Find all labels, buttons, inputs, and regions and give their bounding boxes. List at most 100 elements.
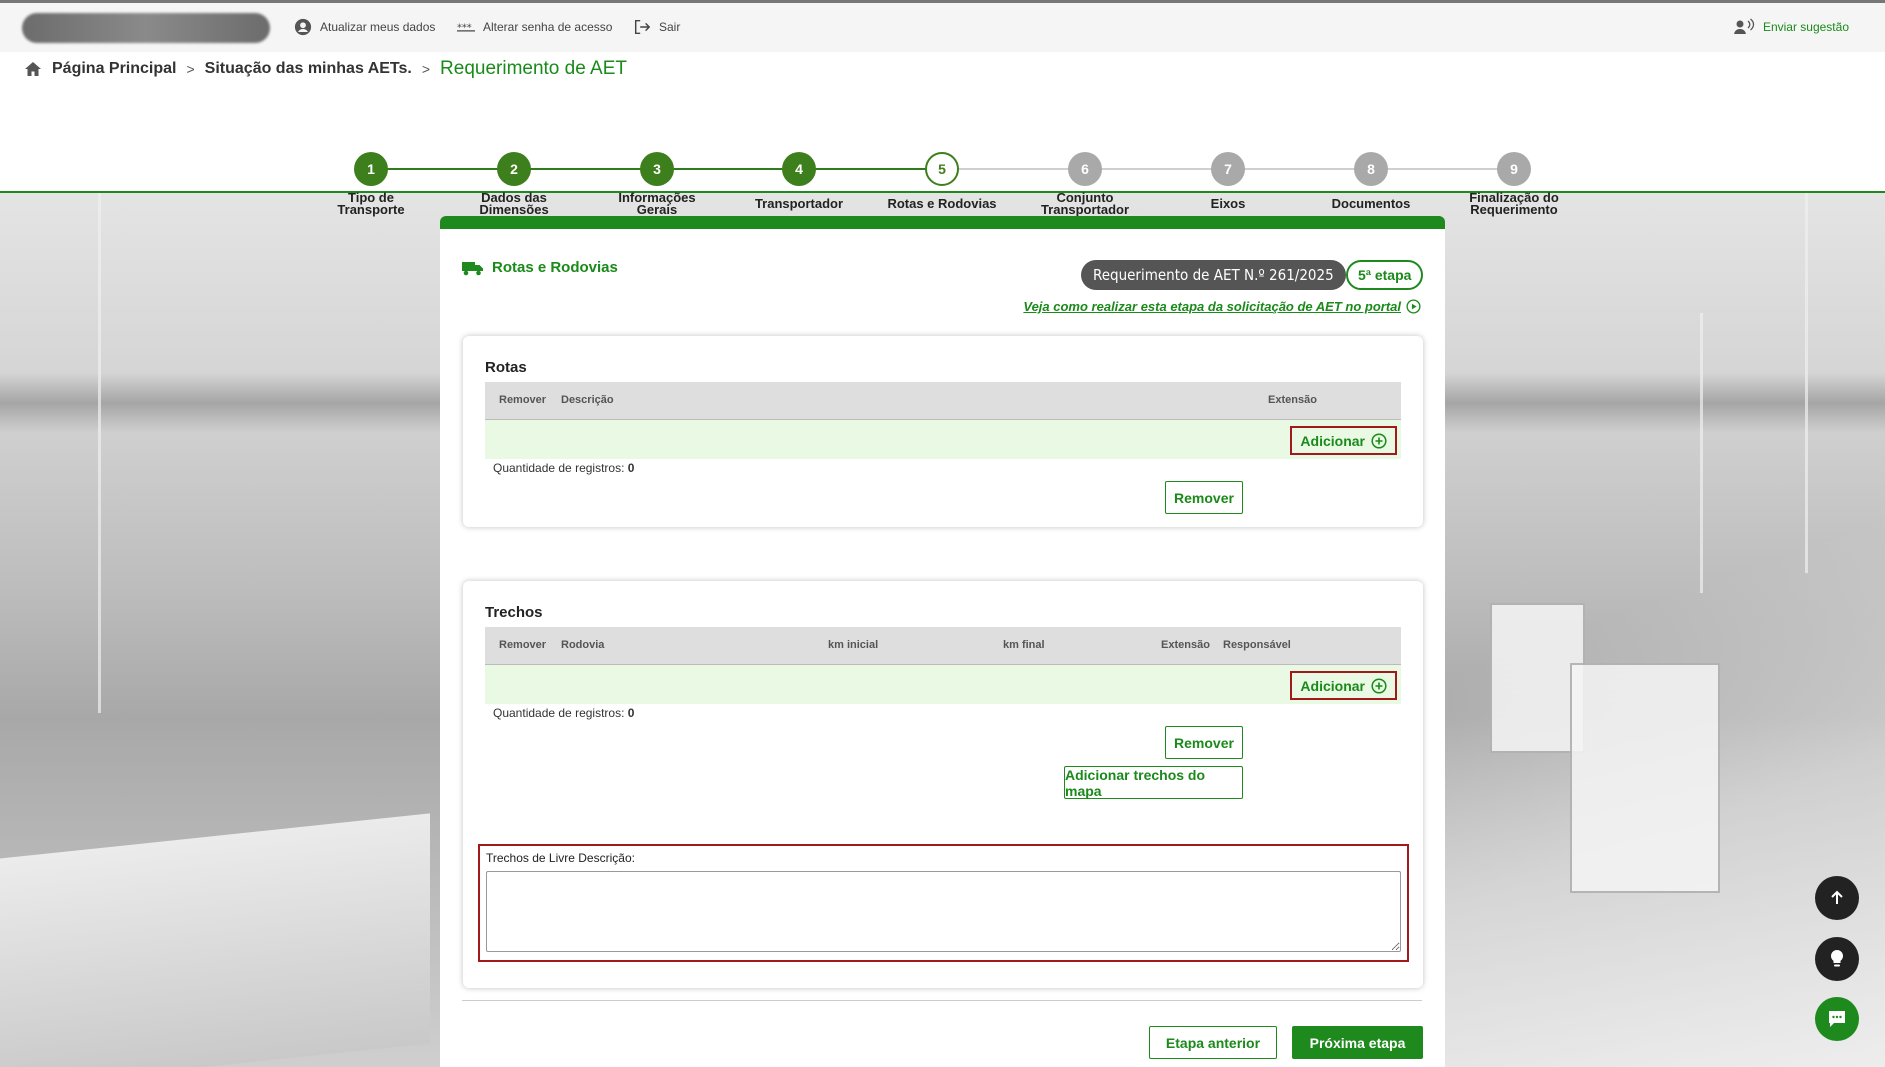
footer-divider bbox=[462, 1000, 1422, 1001]
add-from-map-button[interactable]: Adicionar trechos do mapa bbox=[1064, 766, 1243, 799]
plus-circle-icon bbox=[1371, 432, 1387, 449]
chevron-right-icon: > bbox=[186, 61, 195, 77]
column-header: km inicial bbox=[828, 639, 879, 651]
chat-button[interactable] bbox=[1815, 997, 1859, 1041]
free-description-section: Trechos de Livre Descrição: bbox=[478, 844, 1409, 962]
step-number: 3 bbox=[640, 152, 674, 186]
help-link[interactable]: Veja como realizar esta etapa da solicit… bbox=[1023, 299, 1421, 314]
change-password-label: Alterar senha de acesso bbox=[483, 20, 613, 34]
step-label: Documentos bbox=[1331, 196, 1411, 211]
step-5[interactable]: 5 Rotas e Rodovias bbox=[867, 152, 1017, 210]
column-header: Remover bbox=[499, 639, 547, 651]
truck-icon bbox=[462, 261, 483, 275]
column-header: Descrição bbox=[561, 394, 614, 406]
column-header: Extensão bbox=[1161, 639, 1210, 651]
change-password-link[interactable]: *** Alterar senha de acesso bbox=[457, 18, 612, 36]
home-icon[interactable] bbox=[24, 61, 42, 77]
breadcrumb-home[interactable]: Página Principal bbox=[52, 60, 176, 78]
trechos-record-count: Quantidade de registros: 0 bbox=[493, 706, 634, 720]
rotas-add-button[interactable]: Adicionar bbox=[1290, 426, 1397, 455]
step-label: Conjunto Transportador bbox=[1040, 190, 1130, 217]
help-link-label: Veja como realizar esta etapa da solicit… bbox=[1023, 299, 1401, 314]
top-bar: Atualizar meus dados *** Alterar senha d… bbox=[0, 0, 1885, 52]
request-number-badge: Requerimento de AET N.º 261/2025 bbox=[1081, 260, 1346, 290]
chat-icon bbox=[1829, 1011, 1845, 1027]
step-9[interactable]: 9 Finalização do Requerimento bbox=[1439, 152, 1589, 216]
svg-text:***: *** bbox=[457, 22, 472, 33]
next-step-button[interactable]: Próxima etapa bbox=[1292, 1026, 1423, 1059]
step-label: Finalização do Requerimento bbox=[1469, 190, 1559, 217]
update-data-label: Atualizar meus dados bbox=[320, 20, 436, 34]
previous-step-button[interactable]: Etapa anterior bbox=[1149, 1026, 1277, 1059]
rotas-record-count: Quantidade de registros: 0 bbox=[493, 461, 634, 475]
trechos-remove-button[interactable]: Remover bbox=[1165, 726, 1243, 759]
step-number: 2 bbox=[497, 152, 531, 186]
chevron-right-icon: > bbox=[421, 61, 431, 77]
count-label: Quantidade de registros: bbox=[493, 461, 625, 475]
rotas-add-row: Adicionar bbox=[485, 420, 1401, 459]
breadcrumb-current: Requerimento de AET bbox=[440, 58, 627, 79]
step-number: 7 bbox=[1211, 152, 1245, 186]
free-description-textarea[interactable] bbox=[486, 871, 1401, 952]
step-label: Informações Gerais bbox=[618, 190, 696, 217]
main-panel: Rotas e Rodovias Requerimento de AET N.º… bbox=[440, 216, 1445, 1067]
step-number: 8 bbox=[1354, 152, 1388, 186]
password-icon: *** bbox=[457, 22, 475, 33]
rotas-remove-button[interactable]: Remover bbox=[1165, 481, 1243, 514]
column-header: Remover bbox=[499, 394, 547, 406]
logout-label: Sair bbox=[659, 20, 681, 34]
rotas-card: Rotas Remover Descrição Extensão Adicion… bbox=[463, 336, 1423, 527]
update-data-link[interactable]: Atualizar meus dados bbox=[294, 18, 435, 36]
step-8[interactable]: 8 Documentos bbox=[1296, 152, 1446, 210]
step-label: Tipo de Transporte bbox=[337, 190, 405, 217]
count-value: 0 bbox=[627, 706, 635, 720]
count-label: Quantidade de registros: bbox=[493, 706, 625, 720]
rotas-table-header: Remover Descrição Extensão bbox=[485, 382, 1401, 420]
step-number: 6 bbox=[1068, 152, 1102, 186]
step-label: Dados das Dimensões bbox=[479, 190, 549, 217]
panel-title: Rotas e Rodovias bbox=[462, 259, 618, 276]
step-number: 5 bbox=[925, 152, 959, 186]
suggestion-icon bbox=[1733, 18, 1755, 34]
page-header: Página Principal > Situação das minhas A… bbox=[0, 52, 1885, 216]
plus-circle-icon bbox=[1371, 677, 1387, 694]
trechos-card: Trechos Remover Rodovia km inicial km fi… bbox=[463, 581, 1423, 988]
arrow-up-icon bbox=[1831, 890, 1843, 904]
trechos-title: Trechos bbox=[485, 604, 543, 621]
add-label: Adicionar bbox=[1300, 677, 1365, 694]
lightbulb-icon bbox=[1830, 949, 1844, 967]
free-description-label: Trechos de Livre Descrição: bbox=[486, 851, 635, 865]
column-header: Rodovia bbox=[561, 639, 605, 651]
step-6[interactable]: 6 Conjunto Transportador bbox=[1010, 152, 1160, 216]
step-label: Transportador bbox=[754, 196, 844, 211]
send-suggestion-link[interactable]: Enviar sugestão bbox=[1733, 18, 1849, 36]
trechos-add-button[interactable]: Adicionar bbox=[1290, 671, 1397, 700]
step-2[interactable]: 2 Dados das Dimensões bbox=[439, 152, 589, 216]
logout-link[interactable]: Sair bbox=[633, 18, 680, 36]
step-label: Eixos bbox=[1210, 196, 1246, 211]
progress-stepper: 1 Tipo de Transporte 2 Dados das Dimensõ… bbox=[0, 102, 1885, 216]
add-label: Adicionar bbox=[1300, 432, 1365, 449]
column-header: Extensão bbox=[1268, 394, 1317, 406]
panel-title-label: Rotas e Rodovias bbox=[492, 259, 618, 276]
user-name-pill[interactable] bbox=[22, 13, 270, 43]
trechos-add-row: Adicionar bbox=[485, 665, 1401, 704]
count-value: 0 bbox=[627, 461, 635, 475]
step-4[interactable]: 4 Transportador bbox=[724, 152, 874, 210]
step-number: 9 bbox=[1497, 152, 1531, 186]
rotas-title: Rotas bbox=[485, 359, 527, 376]
stage-badge: 5ª etapa bbox=[1346, 260, 1424, 290]
send-suggestion-label: Enviar sugestão bbox=[1762, 20, 1849, 34]
logout-icon bbox=[634, 19, 651, 35]
step-label: Rotas e Rodovias bbox=[887, 196, 997, 211]
step-3[interactable]: 3 Informações Gerais bbox=[582, 152, 732, 216]
step-1[interactable]: 1 Tipo de Transporte bbox=[296, 152, 446, 216]
breadcrumb: Página Principal > Situação das minhas A… bbox=[24, 58, 627, 80]
column-header: Responsável bbox=[1223, 639, 1291, 651]
tips-button[interactable] bbox=[1815, 937, 1859, 981]
trechos-table-header: Remover Rodovia km inicial km final Exte… bbox=[485, 627, 1401, 665]
step-number: 4 bbox=[782, 152, 816, 186]
breadcrumb-status[interactable]: Situação das minhas AETs. bbox=[205, 60, 412, 78]
step-7[interactable]: 7 Eixos bbox=[1153, 152, 1303, 210]
scroll-to-top-button[interactable] bbox=[1815, 876, 1859, 920]
